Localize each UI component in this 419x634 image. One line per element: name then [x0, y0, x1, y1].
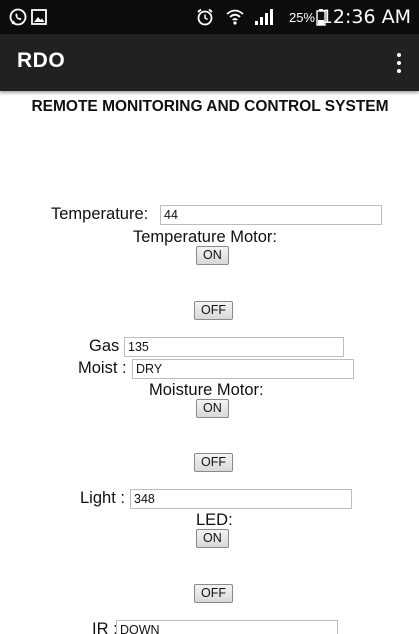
moist-label: Moist :: [78, 359, 127, 377]
led-on-button[interactable]: ON: [196, 529, 229, 548]
wifi-icon: [226, 9, 244, 25]
status-bar: 25% 12:36 AM: [0, 0, 419, 34]
temperature-field[interactable]: [160, 205, 382, 225]
temperature-motor-label: Temperature Motor:: [133, 228, 277, 246]
temperature-motor-on-button[interactable]: ON: [196, 246, 229, 265]
whatsapp-icon: [9, 8, 27, 26]
gas-label: Gas :: [89, 337, 129, 355]
temperature-label: Temperature:: [51, 205, 149, 223]
overflow-menu-button[interactable]: [391, 51, 407, 75]
temperature-motor-off-button[interactable]: OFF: [194, 301, 233, 320]
moisture-motor-off-button[interactable]: OFF: [194, 453, 233, 472]
led-label: LED:: [196, 511, 233, 529]
alarm-icon: [197, 8, 213, 26]
image-icon: [31, 9, 47, 25]
light-label: Light :: [80, 489, 125, 507]
app-bar: RDO: [0, 34, 419, 91]
ir-label: IR :: [92, 620, 118, 634]
led-off-button[interactable]: OFF: [194, 584, 233, 603]
moisture-motor-on-button[interactable]: ON: [196, 399, 229, 418]
status-clock: 12:36 AM: [320, 6, 411, 28]
moisture-motor-label: Moisture Motor:: [149, 381, 264, 399]
overflow-menu-icon: [397, 53, 401, 57]
app-title: RDO: [17, 49, 66, 72]
moist-field[interactable]: [132, 359, 354, 379]
page-title: REMOTE MONITORING AND CONTROL SYSTEM: [31, 98, 389, 115]
light-field[interactable]: [130, 489, 352, 509]
ir-field[interactable]: [116, 620, 338, 634]
signal-icon: [255, 9, 273, 25]
gas-field[interactable]: [124, 337, 344, 357]
battery-percent: 25%: [288, 9, 315, 25]
